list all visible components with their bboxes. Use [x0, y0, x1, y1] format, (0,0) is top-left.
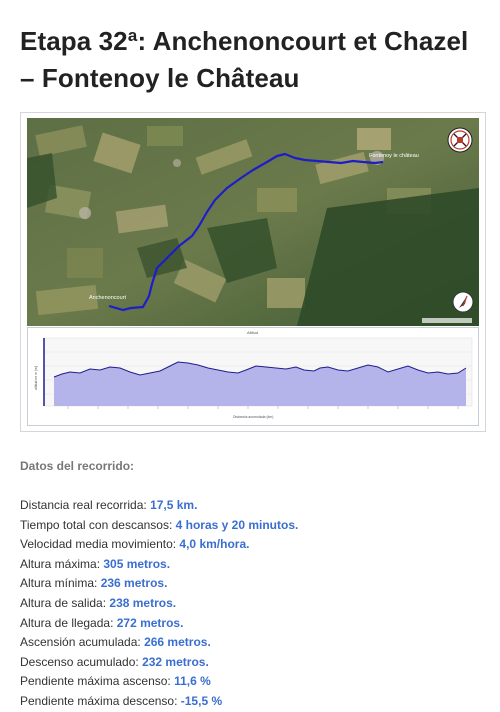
detail-row-descent: Descenso acumulado: 232 metros. — [20, 653, 298, 673]
details-heading: Datos del recorrido: — [20, 459, 135, 473]
detail-label: Tiempo total con descansos: — [20, 517, 176, 532]
detail-value: 266 metros. — [144, 635, 211, 650]
detail-row-speed: Velocidad media movimiento: 4,0 km/hora. — [20, 535, 298, 555]
detail-label: Ascensión acumulada: — [20, 635, 145, 650]
detail-value: 4 horas y 20 minutos. — [175, 517, 299, 532]
profile-x-label: Distancia acumulada (km) — [233, 415, 273, 419]
title-line-2: – Fontenoy le Château — [20, 63, 300, 94]
detail-label: Pendiente máxima descenso: — [20, 693, 181, 708]
profile-y-label: altitud en m [m] — [34, 366, 38, 390]
pilgrim-badge-icon — [447, 127, 473, 153]
profile-x-ticks — [67, 406, 459, 409]
page-title: Etapa 32ª: Anchenoncourt et Chazel – Fon… — [20, 23, 490, 97]
start-label: Anchenoncourt — [89, 295, 126, 301]
detail-row-start-altitude: Altura de salida: 238 metros. — [20, 594, 298, 614]
detail-value: 17,5 km. — [150, 498, 198, 512]
detail-value: 11,6 % — [174, 674, 211, 689]
route-map[interactable]: Anchenoncourt Fontenoy le château — [27, 118, 479, 326]
end-label: Fontenoy le château — [369, 153, 419, 159]
detail-value: 4,0 km/hora. — [179, 537, 250, 552]
title-line-1: Etapa 32ª: Anchenoncourt et Chazel — [20, 26, 469, 57]
detail-label: Pendiente máxima ascenso: — [20, 674, 175, 689]
profile-fill — [54, 362, 466, 406]
detail-value: 238 metros. — [109, 595, 177, 610]
scale-bar — [422, 318, 472, 323]
detail-label: Altura de llegada: — [20, 615, 117, 630]
detail-label: Descenso acumulado: — [20, 654, 143, 669]
detail-label: Altura de salida: — [20, 595, 110, 610]
detail-label: Altura mínima: — [20, 576, 101, 591]
detail-value: 232 metros. — [142, 654, 209, 669]
detail-row-max-ascent-slope: Pendiente máxima ascenso: 11,6 % — [20, 672, 298, 692]
route-map-svg: Anchenoncourt Fontenoy le château — [27, 118, 479, 326]
elevation-profile-svg: Altitud altitud en m [m] Distancia acumu… — [34, 330, 473, 419]
detail-label: Distancia real recorrida: — [20, 498, 151, 512]
detail-row-max-altitude: Altura máxima: 305 metros. — [20, 555, 298, 575]
detail-value: -15,5 % — [180, 693, 223, 708]
detail-value: 236 metros. — [100, 576, 168, 591]
elevation-profile: Altitud altitud en m [m] Distancia acumu… — [27, 327, 479, 426]
detail-row-min-altitude: Altura mínima: 236 metros. — [20, 574, 298, 594]
route-details-list: Distancia real recorrida: 17,5 km. Tiemp… — [20, 496, 298, 712]
detail-row-ascent: Ascensión acumulada: 266 metros. — [20, 633, 298, 653]
profile-top-label: Altitud — [247, 330, 258, 335]
route-figure[interactable]: Anchenoncourt Fontenoy le château Altitu… — [20, 112, 486, 432]
detail-row-distance: Distancia real recorrida: 17,5 km. — [20, 496, 298, 516]
detail-label: Velocidad media movimiento: — [20, 537, 180, 552]
detail-value: 272 metros. — [116, 615, 184, 630]
detail-value: 305 metros. — [103, 556, 171, 571]
detail-row-end-altitude: Altura de llegada: 272 metros. — [20, 614, 298, 634]
detail-row-total-time: Tiempo total con descansos: 4 horas y 20… — [20, 516, 298, 536]
compass-icon[interactable] — [452, 291, 474, 313]
detail-row-max-descent-slope: Pendiente máxima descenso: -15,5 % — [20, 692, 298, 712]
detail-label: Altura máxima: — [20, 556, 104, 571]
